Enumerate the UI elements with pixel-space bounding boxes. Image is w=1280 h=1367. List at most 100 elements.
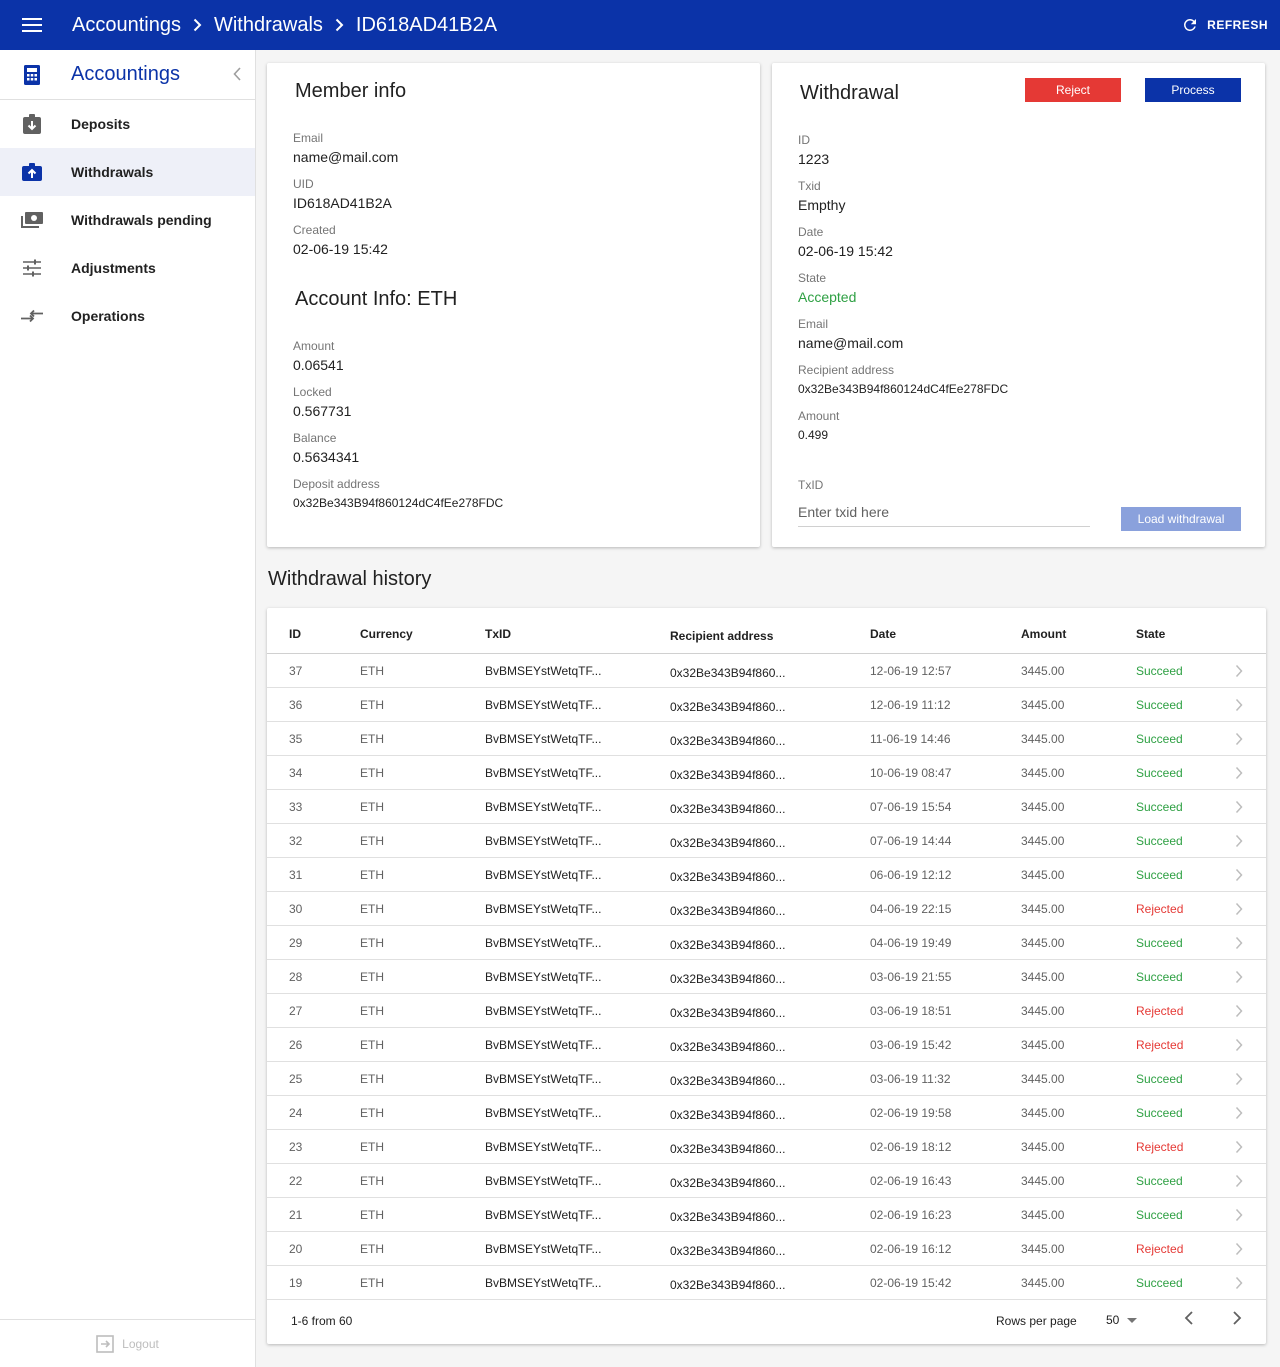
column-header-currency[interactable]: Currency [360, 627, 413, 641]
logout-button[interactable]: Logout [0, 1319, 255, 1367]
chevron-right-icon[interactable] [1235, 970, 1243, 987]
chevron-right-icon[interactable] [1235, 1038, 1243, 1055]
chevron-right-icon[interactable] [1235, 1208, 1243, 1225]
field-label: Balance [293, 431, 337, 445]
withdrawal-txid-value: Empthy [798, 197, 846, 213]
cell-id: 34 [289, 766, 303, 780]
table-row[interactable]: 20 ETH BvBMSEYstWetqTF... 0x32Be343B94f860.… [267, 1232, 1266, 1266]
cell-amount: 3445.00 [1021, 868, 1065, 882]
member-uid-value: ID618AD41B2A [293, 195, 392, 211]
table-row[interactable]: 28 ETH BvBMSEYstWetqTF... 0x32Be343B94f860.… [267, 960, 1266, 994]
chevron-right-icon[interactable] [1235, 1072, 1243, 1089]
cell-id: 24 [289, 1106, 303, 1120]
chevron-right-icon[interactable] [1235, 732, 1243, 749]
cell-txid: BvBMSEYstWetqTF... [485, 1276, 602, 1290]
table-row[interactable]: 29 ETH BvBMSEYstWetqTF... 0x32Be343B94f860.… [267, 926, 1266, 960]
prev-page-button[interactable] [1184, 1310, 1194, 1329]
sidebar-item-adjustments[interactable]: Adjustments [0, 244, 255, 292]
load-withdrawal-button[interactable]: Load withdrawal [1121, 507, 1241, 531]
table-row[interactable]: 24 ETH BvBMSEYstWetqTF... 0x32Be343B94f860.… [267, 1096, 1266, 1130]
cell-date: 02-06-19 16:12 [870, 1242, 952, 1256]
sidebar-item-label: Deposits [71, 116, 131, 132]
column-header-txid[interactable]: TxID [485, 627, 511, 641]
rows-per-page-select[interactable]: 50 [1106, 1310, 1138, 1330]
cell-id: 20 [289, 1242, 303, 1256]
withdraw-icon [0, 163, 64, 181]
sidebar-item-label: Withdrawals pending [71, 212, 212, 228]
table-row[interactable]: 35 ETH BvBMSEYstWetqTF... 0x32Be343B94f860.… [267, 722, 1266, 756]
column-header-id[interactable]: ID [289, 627, 301, 641]
refresh-icon [1184, 18, 1197, 31]
cell-address: 0x32Be343B94f860... [670, 1278, 786, 1292]
refresh-label: REFRESH [1207, 18, 1268, 32]
table-row[interactable]: 25 ETH BvBMSEYstWetqTF... 0x32Be343B94f860.… [267, 1062, 1266, 1096]
cell-amount: 3445.00 [1021, 1174, 1065, 1188]
table-row[interactable]: 32 ETH BvBMSEYstWetqTF... 0x32Be343B94f860.… [267, 824, 1266, 858]
reject-button[interactable]: Reject [1025, 78, 1121, 102]
sidebar-item-label: Adjustments [71, 260, 156, 276]
table-row[interactable]: 34 ETH BvBMSEYstWetqTF... 0x32Be343B94f860.… [267, 756, 1266, 790]
cell-address: 0x32Be343B94f860... [670, 768, 786, 782]
chevron-right-icon[interactable] [1235, 902, 1243, 919]
chevron-right-icon[interactable] [1235, 698, 1243, 715]
table-row[interactable]: 22 ETH BvBMSEYstWetqTF... 0x32Be343B94f860.… [267, 1164, 1266, 1198]
withdrawal-date-field: Date 02-06-19 15:42 [798, 225, 893, 259]
cell-currency: ETH [360, 1072, 384, 1086]
chevron-right-icon[interactable] [1235, 1242, 1243, 1259]
breadcrumb-accountings[interactable]: Accountings [72, 14, 181, 37]
chevron-right-icon[interactable] [1235, 664, 1243, 681]
chevron-right-icon[interactable] [1235, 1276, 1243, 1293]
chevron-right-icon[interactable] [1235, 766, 1243, 783]
table-row[interactable]: 21 ETH BvBMSEYstWetqTF... 0x32Be343B94f860.… [267, 1198, 1266, 1232]
sidebar-item-operations[interactable]: Operations [0, 292, 255, 340]
chevron-left-icon[interactable] [233, 67, 241, 86]
table-row[interactable]: 23 ETH BvBMSEYstWetqTF... 0x32Be343B94f860.… [267, 1130, 1266, 1164]
column-header-state[interactable]: State [1136, 627, 1165, 641]
column-header-date[interactable]: Date [870, 627, 896, 641]
account-balance-value: 0.5634341 [293, 449, 360, 465]
withdrawal-title: Withdrawal [800, 82, 899, 104]
chevron-right-icon[interactable] [1235, 1174, 1243, 1191]
cell-date: 10-06-19 08:47 [870, 766, 952, 780]
chevron-right-icon[interactable] [1235, 936, 1243, 953]
cell-id: 23 [289, 1140, 303, 1154]
process-button[interactable]: Process [1145, 78, 1241, 102]
menu-button[interactable] [0, 0, 64, 50]
next-page-button[interactable] [1232, 1310, 1242, 1329]
account-balance-field: Balance 0.5634341 [293, 431, 359, 465]
chevron-right-icon[interactable] [1235, 1106, 1243, 1123]
account-amount-field: Amount 0.06541 [293, 339, 344, 373]
cell-date: 03-06-19 11:32 [870, 1072, 951, 1086]
breadcrumb-withdrawals[interactable]: Withdrawals [214, 14, 323, 37]
table-row[interactable]: 30 ETH BvBMSEYstWetqTF... 0x32Be343B94f860.… [267, 892, 1266, 926]
cell-address: 0x32Be343B94f860... [670, 938, 786, 952]
chevron-right-icon[interactable] [1235, 868, 1243, 885]
chevron-right-icon[interactable] [1235, 800, 1243, 817]
member-uid-field: UID ID618AD41B2A [293, 177, 392, 211]
cell-txid: BvBMSEYstWetqTF... [485, 1072, 602, 1086]
cell-address: 0x32Be343B94f860... [670, 734, 786, 748]
cell-txid: BvBMSEYstWetqTF... [485, 834, 602, 848]
column-header-amount[interactable]: Amount [1021, 627, 1066, 641]
cell-amount: 3445.00 [1021, 970, 1065, 984]
refresh-button[interactable]: REFRESH [1181, 0, 1268, 50]
table-row[interactable]: 37 ETH BvBMSEYstWetqTF... 0x32Be343B94f860.… [267, 654, 1266, 688]
withdrawal-state-field: State Accepted [798, 271, 856, 305]
chevron-right-icon[interactable] [1235, 1140, 1243, 1157]
sidebar-item-deposits[interactable]: Deposits [0, 100, 255, 148]
table-row[interactable]: 26 ETH BvBMSEYstWetqTF... 0x32Be343B94f860.… [267, 1028, 1266, 1062]
sidebar-item-label: Operations [71, 308, 145, 324]
chevron-right-icon[interactable] [1235, 1004, 1243, 1021]
table-row[interactable]: 31 ETH BvBMSEYstWetqTF... 0x32Be343B94f860.… [267, 858, 1266, 892]
table-row[interactable]: 19 ETH BvBMSEYstWetqTF... 0x32Be343B94f860.… [267, 1266, 1266, 1300]
breadcrumb: Accountings Withdrawals ID618AD41B2A [72, 14, 497, 37]
txid-input[interactable] [798, 497, 1090, 527]
table-row[interactable]: 27 ETH BvBMSEYstWetqTF... 0x32Be343B94f860.… [267, 994, 1266, 1028]
chevron-right-icon[interactable] [1235, 834, 1243, 851]
sidebar-item-withdrawals-pending[interactable]: Withdrawals pending [0, 196, 255, 244]
column-header-recipient[interactable]: Recipient address [670, 629, 773, 643]
table-row[interactable]: 36 ETH BvBMSEYstWetqTF... 0x32Be343B94f860.… [267, 688, 1266, 722]
sidebar-item-withdrawals[interactable]: Withdrawals [0, 148, 255, 196]
table-row[interactable]: 33 ETH BvBMSEYstWetqTF... 0x32Be343B94f860.… [267, 790, 1266, 824]
compare-arrows-icon [0, 309, 64, 323]
